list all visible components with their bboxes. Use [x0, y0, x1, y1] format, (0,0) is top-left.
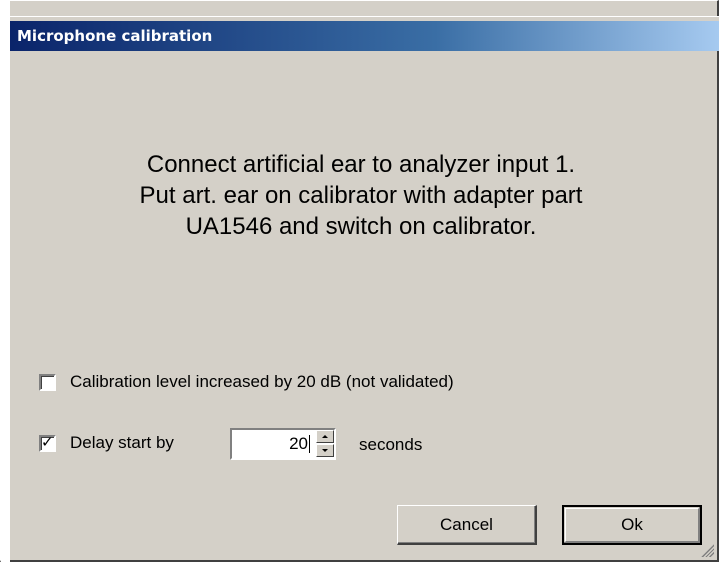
- calibration-level-label: Calibration level increased by 20 dB (no…: [70, 372, 454, 391]
- delay-seconds-spinbox[interactable]: 20: [230, 428, 336, 460]
- resize-grip-icon[interactable]: [698, 541, 714, 557]
- instruction-message: Connect artificial ear to analyzer input…: [41, 149, 681, 242]
- spin-up-button[interactable]: [316, 430, 334, 443]
- delay-start-checkbox[interactable]: ✓: [39, 432, 56, 452]
- instruction-line-2: Put art. ear on calibrator with adapter …: [139, 182, 583, 209]
- window-title: Microphone calibration: [17, 27, 213, 45]
- delay-start-option[interactable]: ✓ Delay start by: [39, 433, 174, 453]
- instruction-line-1: Connect artificial ear to analyzer input…: [146, 151, 576, 178]
- ok-button-label: Ok: [621, 515, 643, 534]
- calibration-level-checkbox[interactable]: [39, 373, 56, 391]
- cancel-button[interactable]: Cancel: [397, 505, 537, 545]
- dialog-window: Microphone calibration Connect artificia…: [0, 0, 719, 563]
- spin-down-button[interactable]: [316, 444, 334, 457]
- arrow-up-icon: [322, 435, 328, 438]
- delay-unit-label: seconds: [359, 435, 423, 454]
- arrow-down-icon: [322, 449, 328, 452]
- cancel-button-label: Cancel: [440, 514, 493, 534]
- ok-button[interactable]: Ok: [562, 505, 702, 545]
- instruction-line-3: UA1546 and switch on calibrator.: [185, 213, 537, 240]
- delay-start-label: Delay start by: [70, 433, 174, 452]
- checkmark-icon: ✓: [41, 432, 54, 451]
- title-bar[interactable]: Microphone calibration: [10, 21, 719, 51]
- text-caret: [309, 435, 310, 453]
- calibration-level-option[interactable]: Calibration level increased by 20 dB (no…: [39, 372, 454, 392]
- window-left-edge: [1, 1, 10, 563]
- delay-seconds-value[interactable]: 20: [289, 434, 308, 454]
